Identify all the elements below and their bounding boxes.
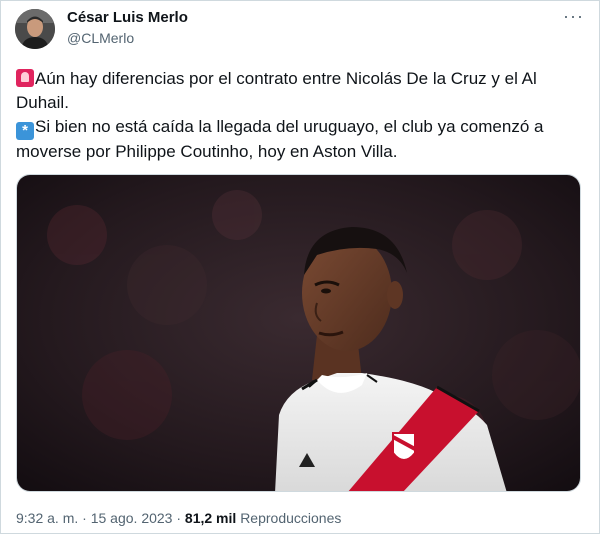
tweet-card: César Luis Merlo @CLMerlo ··· Aún hay di… [0, 0, 600, 534]
tweet-meta: 9:32 a. m. · 15 ago. 2023 · 81,2 mil Rep… [16, 510, 341, 526]
tweet-line-2: * Si bien no está caída la llegada del ur… [16, 115, 586, 164]
more-options-icon[interactable]: ··· [563, 7, 584, 25]
views-label: Reproducciones [240, 510, 342, 526]
tweet-time[interactable]: 9:32 a. m. [16, 510, 78, 526]
author-name[interactable]: César Luis Merlo [67, 9, 188, 26]
author-handle[interactable]: @CLMerlo [67, 30, 134, 46]
police-siren-icon [16, 69, 34, 87]
eight-spoked-asterisk-icon: * [16, 122, 34, 140]
meta-separator: · [82, 510, 87, 526]
view-count: 81,2 mil [184, 510, 237, 526]
meta-separator-2: · [176, 510, 182, 526]
tweet-line-1-text: Aún hay diferencias por el contrato entr… [16, 69, 537, 112]
tweet-line-1: Aún hay diferencias por el contrato entr… [16, 67, 586, 115]
avatar[interactable] [15, 9, 55, 49]
avatar-image [15, 9, 55, 49]
tweet-line-2-text: Si bien no está caída la llegada del uru… [16, 117, 544, 161]
player-photo [17, 175, 580, 491]
tweet-photo[interactable] [16, 174, 581, 492]
tweet-date[interactable]: 15 ago. 2023 [91, 510, 173, 526]
tweet-text: Aún hay diferencias por el contrato entr… [16, 67, 586, 164]
